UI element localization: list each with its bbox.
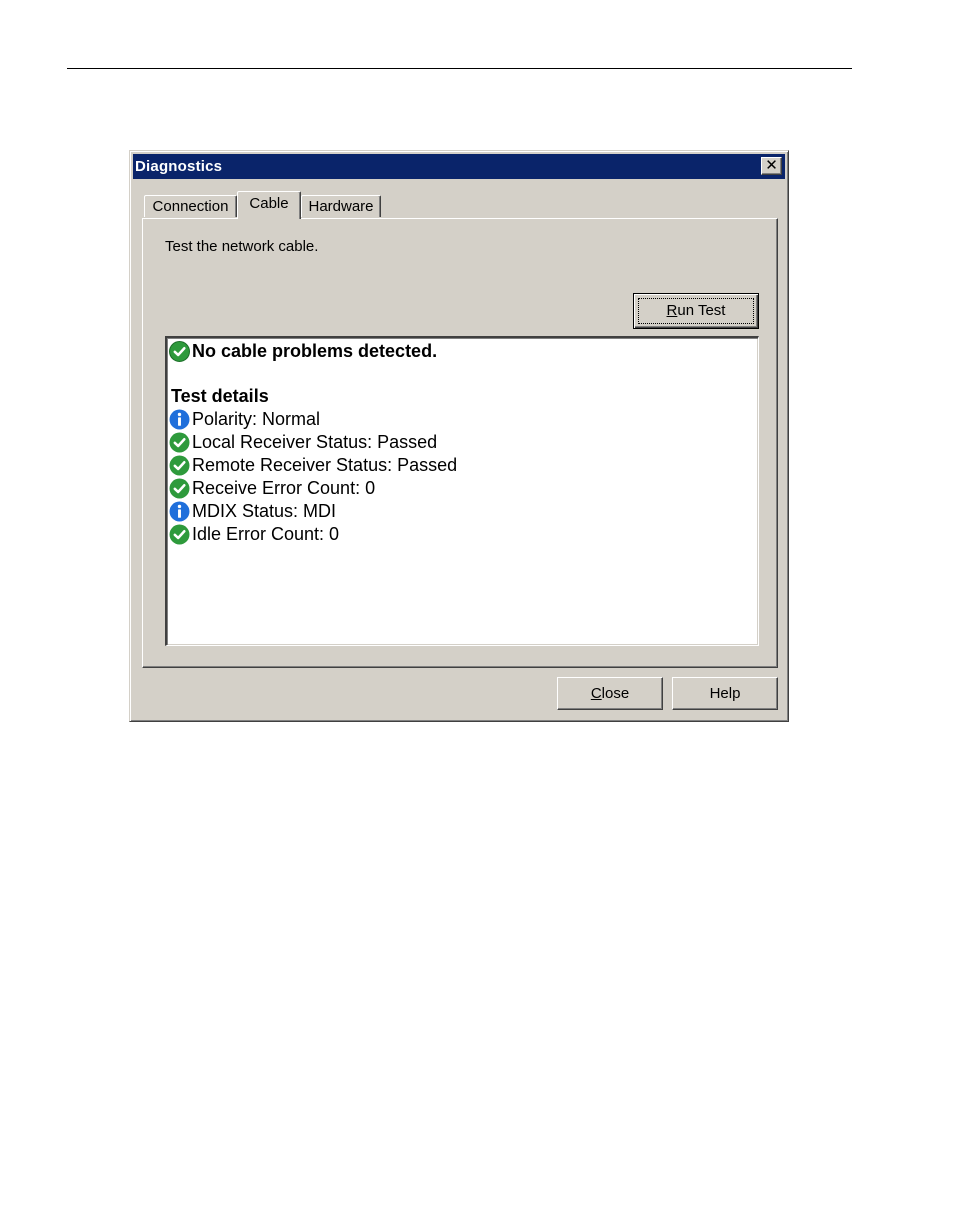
results-summary: No cable problems detected. <box>169 341 437 362</box>
tab-hardware[interactable]: Hardware <box>301 195 381 217</box>
check-icon <box>169 455 190 476</box>
close-window-button[interactable]: ✕ <box>761 157 782 175</box>
detail-text: Idle Error Count: 0 <box>192 524 340 544</box>
info-icon <box>169 501 190 522</box>
close-label: lose <box>601 685 630 702</box>
cable-test-description: Test the network cable. <box>165 238 319 255</box>
detail-text: Remote Receiver Status: Passed <box>192 455 458 475</box>
test-results-box[interactable]: No cable problems detected. Test details… <box>165 336 759 646</box>
help-button[interactable]: Help <box>672 677 778 710</box>
tab-cable[interactable]: Cable <box>237 191 301 219</box>
details-heading: Test details <box>171 386 269 406</box>
dialog-title: Diagnostics <box>135 158 223 175</box>
close-icon: ✕ <box>765 157 778 174</box>
detail-text: Receive Error Count: 0 <box>192 478 376 498</box>
detail-text: Local Receiver Status: Passed <box>192 432 438 452</box>
tab-connection[interactable]: Connection <box>144 195 237 217</box>
check-icon <box>169 478 190 499</box>
focus-rectangle <box>638 298 754 324</box>
check-icon <box>169 341 190 362</box>
detail-row-receive-error-count: Receive Error Count: 0 <box>169 478 375 499</box>
close-mnemonic: C <box>590 685 602 702</box>
detail-text: Polarity: Normal <box>192 409 321 429</box>
page-header-rule <box>67 68 852 69</box>
check-icon <box>169 524 190 545</box>
detail-row-remote-receiver: Remote Receiver Status: Passed <box>169 455 457 476</box>
cable-tab-panel: Test the network cable. Run Test No cabl… <box>142 218 778 668</box>
detail-row-idle-error-count: Idle Error Count: 0 <box>169 524 339 545</box>
diagnostics-dialog: Diagnostics ✕ Connection Cable Hardware … <box>129 150 789 722</box>
close-button[interactable]: Close <box>557 677 663 710</box>
title-bar[interactable]: Diagnostics ✕ <box>133 154 785 179</box>
check-icon <box>169 432 190 453</box>
summary-text: No cable problems detected. <box>192 341 438 361</box>
detail-row-mdix-status: MDIX Status: MDI <box>169 501 336 522</box>
run-test-button[interactable]: Run Test <box>633 293 759 329</box>
detail-row-local-receiver: Local Receiver Status: Passed <box>169 432 437 453</box>
detail-row-polarity: Polarity: Normal <box>169 409 320 430</box>
info-icon <box>169 409 190 430</box>
detail-text: MDIX Status: MDI <box>192 501 337 521</box>
